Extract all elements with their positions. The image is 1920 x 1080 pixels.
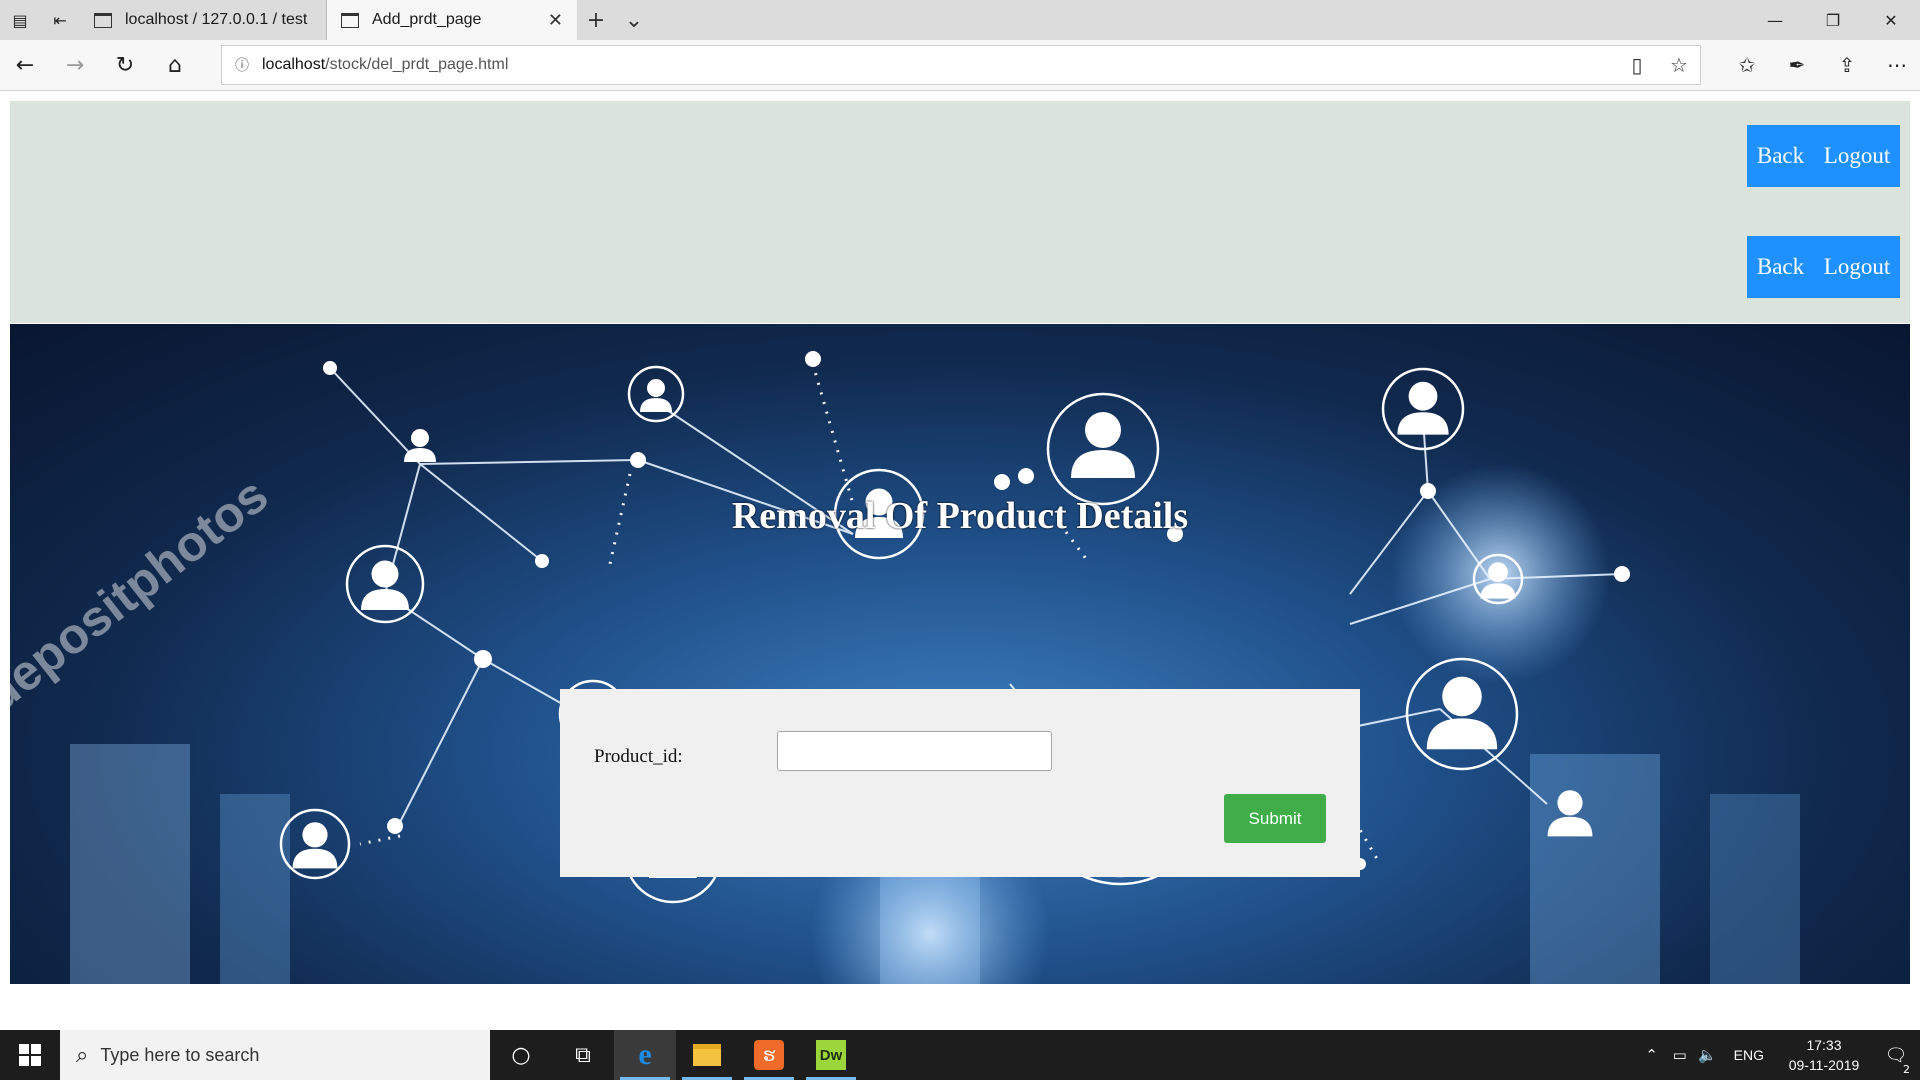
page-icon <box>94 12 112 28</box>
notification-count: 2 <box>1901 1062 1912 1076</box>
refresh-icon[interactable]: ↻ <box>100 40 150 90</box>
logout-button[interactable]: Logout <box>1814 125 1900 187</box>
chevron-up-icon[interactable]: ⌃ <box>1638 1046 1666 1064</box>
close-window-icon[interactable]: ✕ <box>1862 0 1920 40</box>
address-bar-actions: ▯ ☆ <box>1616 53 1700 77</box>
dreamweaver-icon[interactable]: Dw <box>800 1030 862 1080</box>
more-icon[interactable]: ⋯ <box>1872 40 1920 90</box>
search-icon: ⌕ <box>76 1042 89 1068</box>
product-id-input[interactable] <box>777 731 1052 771</box>
minimize-icon[interactable]: — <box>1746 0 1804 40</box>
language-indicator[interactable]: ENG <box>1734 1047 1764 1063</box>
clock-date: 09-11-2019 <box>1788 1057 1860 1073</box>
clock[interactable]: 17:33 09-11-2019 <box>1776 1035 1872 1075</box>
file-explorer-icon[interactable] <box>676 1030 738 1080</box>
reading-view-icon[interactable]: ▯ <box>1616 53 1658 77</box>
window-controls: — ❐ ✕ <box>1746 0 1920 40</box>
share-icon[interactable]: ⇪ <box>1822 40 1872 90</box>
restore-icon[interactable]: ❐ <box>1804 0 1862 40</box>
star-icon[interactable]: ☆ <box>1658 53 1700 77</box>
tab-label: localhost / 127.0.0.1 / test / <box>125 11 312 28</box>
url-host: localhost <box>262 56 326 73</box>
pen-icon[interactable]: ✒ <box>1772 40 1822 90</box>
back-button[interactable]: Back <box>1747 125 1814 187</box>
task-view-icon[interactable]: ⧉ <box>552 1030 614 1080</box>
browser-tab-bar: ▤ ⇤ localhost / 127.0.0.1 / test / Add_p… <box>0 0 1920 40</box>
battery-icon[interactable]: ▭ <box>1666 1046 1694 1064</box>
tab-add-prdt-page[interactable]: Add_prdt_page ✕ <box>327 0 577 40</box>
hero-background-image: depositphotos Removal Of Product Details <box>10 324 1910 984</box>
system-tray: ⌃ ▭ 🔈 ENG 17:33 09-11-2019 🗨 2 <box>1638 1030 1920 1080</box>
taskbar: ⌕ Type here to search ○ ⧉ e ຮ Dw ⌃ ▭ 🔈 E… <box>0 1030 1920 1080</box>
close-tab-icon[interactable]: ✕ <box>548 10 563 31</box>
submit-button[interactable]: Submit <box>1224 794 1326 843</box>
page-viewport: Back Logout Back Logout depositphotos Re… <box>0 92 1920 1030</box>
back-button[interactable]: Back <box>1747 236 1814 298</box>
cortana-icon[interactable]: ○ <box>490 1030 552 1080</box>
browser-toolbar-right: ✩ ✒ ⇪ ⋯ <box>1722 40 1920 90</box>
browser-nav-bar: ← → ↻ ⌂ ⓘ localhost/stock/del_prdt_page.… <box>0 40 1920 91</box>
home-icon[interactable]: ⌂ <box>150 40 200 90</box>
windows-logo-icon <box>19 1044 41 1066</box>
url-path: /stock/del_prdt_page.html <box>325 56 509 73</box>
address-bar[interactable]: ⓘ localhost/stock/del_prdt_page.html ▯ ☆ <box>221 45 1701 85</box>
search-placeholder: Type here to search <box>100 1044 260 1065</box>
tab-actions-icon[interactable]: ▤ <box>0 0 40 40</box>
tab-label: Add_prdt_page <box>372 11 482 28</box>
network-illustration: depositphotos <box>10 351 1800 984</box>
xampp-icon[interactable]: ຮ <box>738 1030 800 1080</box>
logout-button[interactable]: Logout <box>1814 236 1900 298</box>
tab-phpmyadmin[interactable]: localhost / 127.0.0.1 / test / <box>80 0 327 40</box>
header-button-group: Back Logout <box>1747 236 1900 298</box>
volume-icon[interactable]: 🔈 <box>1694 1046 1722 1064</box>
clock-time: 17:33 <box>1806 1037 1842 1053</box>
chevron-down-icon[interactable]: ⌄ <box>615 0 653 40</box>
favorites-icon[interactable]: ✩ <box>1722 40 1772 90</box>
page-icon <box>341 12 359 28</box>
taskbar-search[interactable]: ⌕ Type here to search <box>60 1030 490 1080</box>
remove-product-form: Product_id: Submit <box>560 689 1360 877</box>
new-tab-icon[interactable]: + <box>577 0 615 40</box>
page-title: Removal Of Product Details <box>731 495 1189 537</box>
start-button[interactable] <box>0 1030 60 1080</box>
back-arrow-icon[interactable]: ← <box>0 40 50 90</box>
notifications-icon[interactable]: 🗨 2 <box>1872 1045 1920 1076</box>
info-icon[interactable]: ⓘ <box>222 55 262 75</box>
page-header: Back Logout Back Logout <box>10 101 1910 323</box>
set-aside-tabs-icon[interactable]: ⇤ <box>40 0 80 40</box>
edge-icon[interactable]: e <box>614 1030 676 1080</box>
product-id-label: Product_id: <box>594 746 683 767</box>
forward-arrow-icon[interactable]: → <box>50 40 100 90</box>
header-button-group: Back Logout <box>1747 125 1900 187</box>
